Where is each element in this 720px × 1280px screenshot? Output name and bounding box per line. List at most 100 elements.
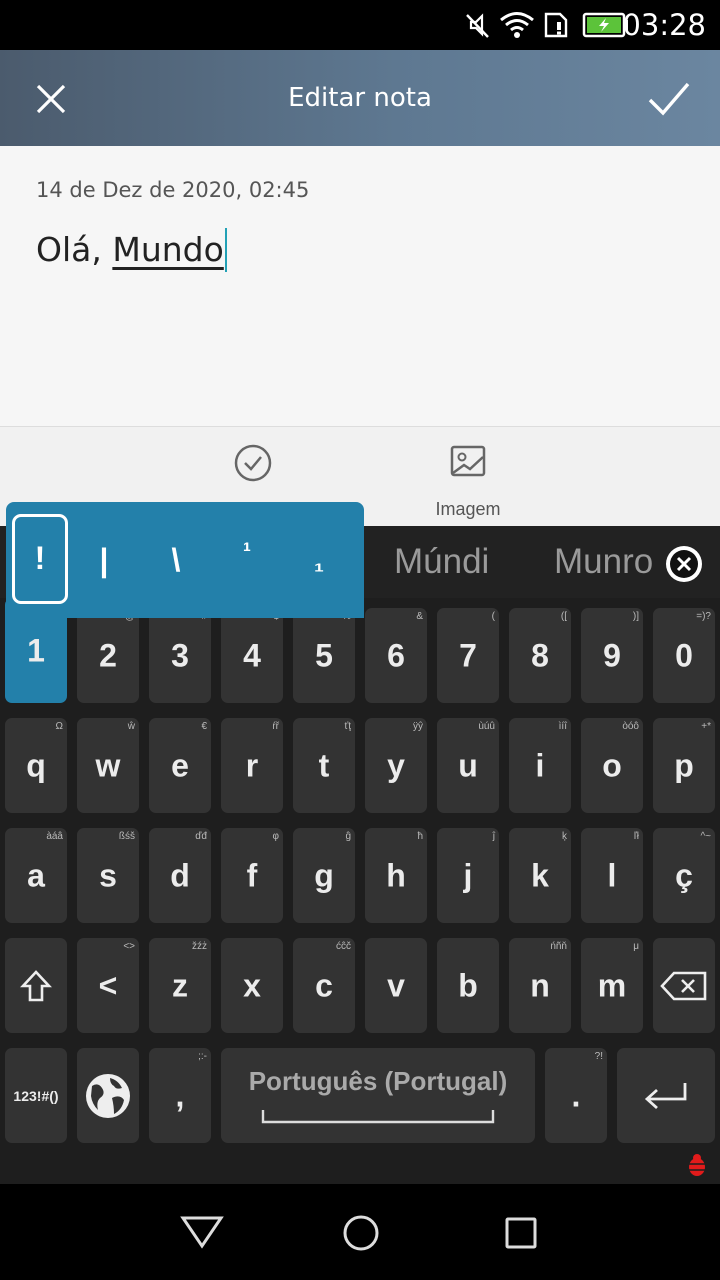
key-hint: ŵ xyxy=(127,721,135,732)
key-hint: ?! xyxy=(594,1051,603,1062)
key-label: d xyxy=(170,857,190,893)
key-<[interactable]: <> < xyxy=(77,938,139,1033)
key-a[interactable]: àáâ a xyxy=(5,828,67,923)
key-label: 8 xyxy=(531,637,549,673)
suggestion-item[interactable]: Múndi xyxy=(394,542,489,582)
key-v[interactable]: v xyxy=(365,938,427,1033)
key-u[interactable]: ùúû u xyxy=(437,718,499,813)
key-hint: ùúû xyxy=(478,721,495,732)
backspace-key[interactable] xyxy=(653,938,715,1033)
enter-key[interactable] xyxy=(617,1048,715,1143)
key-label: m xyxy=(597,967,627,1003)
key-hint: žźż xyxy=(192,941,207,952)
key-label: r xyxy=(245,747,259,783)
recents-icon[interactable] xyxy=(504,1216,538,1250)
symbols-key[interactable]: 123!#() xyxy=(5,1048,67,1143)
key-hint: € xyxy=(201,721,207,732)
key-d[interactable]: ďđ d xyxy=(149,828,211,923)
note-editor[interactable]: 14 de Dez de 2020, 02:45 Olá, Mundo xyxy=(0,146,720,426)
key-label: q xyxy=(26,747,46,783)
language-key[interactable] xyxy=(77,1048,139,1143)
key-label: t xyxy=(318,747,330,783)
key-b[interactable]: b xyxy=(437,938,499,1033)
key-label: b xyxy=(458,967,478,1003)
key-label: 4 xyxy=(243,637,261,673)
key-j[interactable]: ĵj xyxy=(437,828,499,923)
note-text[interactable]: Olá, Mundo xyxy=(36,228,227,272)
key-w[interactable]: ŵw xyxy=(77,718,139,813)
keyboard: Múndi Munro 1@2#3$4%5&6(7([8)]9=)?0Ωqŵw€… xyxy=(0,502,720,1184)
key-g[interactable]: ĝg xyxy=(293,828,355,923)
confirm-button[interactable] xyxy=(640,70,698,128)
key-p[interactable]: +* p xyxy=(653,718,715,813)
key-label: y xyxy=(387,747,405,783)
key-6[interactable]: & 6 xyxy=(365,608,427,703)
key-s[interactable]: ßśš s xyxy=(77,828,139,923)
key-x[interactable]: x xyxy=(221,938,283,1033)
key-label: . xyxy=(571,1077,581,1113)
key-2[interactable]: @2 xyxy=(77,608,139,703)
back-icon[interactable] xyxy=(180,1214,224,1250)
popup-char[interactable]: \ xyxy=(151,542,201,579)
shift-key[interactable] xyxy=(5,938,67,1033)
key-5[interactable]: %5 xyxy=(293,608,355,703)
key-4[interactable]: $4 xyxy=(221,608,283,703)
popup-char[interactable]: | xyxy=(79,542,129,579)
home-icon[interactable] xyxy=(342,1214,380,1252)
key-label: 5 xyxy=(315,637,333,673)
key-8[interactable]: ([ 8 xyxy=(509,608,571,703)
image-button[interactable]: Imagem xyxy=(378,427,558,527)
key-label: 3 xyxy=(171,637,189,673)
key-o[interactable]: òóô o xyxy=(581,718,643,813)
symbols-key-label: 123!#() xyxy=(13,1087,59,1104)
key-label: < xyxy=(98,967,118,1003)
popup-char[interactable]: ! xyxy=(15,540,65,577)
key-hint: & xyxy=(416,611,423,622)
suggestion-close-button[interactable] xyxy=(664,544,704,584)
key-z[interactable]: žźż z xyxy=(149,938,211,1033)
key-h[interactable]: ħh xyxy=(365,828,427,923)
key-hint: ťţ xyxy=(344,721,351,732)
key-y[interactable]: ÿŷ y xyxy=(365,718,427,813)
key-l[interactable]: ľł l xyxy=(581,828,643,923)
key-c[interactable]: ćĉč c xyxy=(293,938,355,1033)
popup-char[interactable]: ₁ xyxy=(294,550,344,578)
key-hint: ( xyxy=(491,611,495,622)
key-i[interactable]: ìíî i xyxy=(509,718,571,813)
key-label: i xyxy=(535,747,545,783)
key-label: u xyxy=(458,747,478,783)
key-9[interactable]: )] 9 xyxy=(581,608,643,703)
key-label: 1 xyxy=(27,632,45,668)
key-n[interactable]: ńñň n xyxy=(509,938,571,1033)
space-key[interactable]: Português (Portugal) xyxy=(221,1048,535,1143)
key-r[interactable]: ŕř r xyxy=(221,718,283,813)
key-hint: ([ xyxy=(560,611,567,622)
key-7[interactable]: (7 xyxy=(437,608,499,703)
popup-char[interactable]: ¹ xyxy=(222,538,272,566)
key-0[interactable]: =)? 0 xyxy=(653,608,715,703)
key-label: 6 xyxy=(387,637,405,673)
period-key[interactable]: ?! . xyxy=(545,1048,607,1143)
image-icon xyxy=(450,445,486,477)
note-current-word: Mundo xyxy=(112,230,224,269)
key-hint: ĝ xyxy=(345,831,351,842)
key-label: n xyxy=(530,967,550,1003)
key-hint: ķ xyxy=(562,831,567,842)
key-label: , xyxy=(175,1077,185,1113)
key-ç[interactable]: ^~ ç xyxy=(653,828,715,923)
comma-key[interactable]: ;:- , xyxy=(149,1048,211,1143)
key-3[interactable]: #3 xyxy=(149,608,211,703)
key-k[interactable]: ķk xyxy=(509,828,571,923)
enter-icon xyxy=(644,1083,687,1110)
key-label: 9 xyxy=(603,637,621,673)
key-m[interactable]: μm xyxy=(581,938,643,1033)
key-q[interactable]: Ωq xyxy=(5,718,67,813)
key-hint: φ xyxy=(272,831,279,842)
sim-alert-icon xyxy=(544,12,568,38)
key-e[interactable]: € e xyxy=(149,718,211,813)
shift-icon xyxy=(20,970,52,1002)
suggestion-item[interactable]: Munro xyxy=(554,542,653,582)
key-hint: ;:- xyxy=(198,1051,207,1062)
key-f[interactable]: φf xyxy=(221,828,283,923)
key-t[interactable]: ťţ t xyxy=(293,718,355,813)
